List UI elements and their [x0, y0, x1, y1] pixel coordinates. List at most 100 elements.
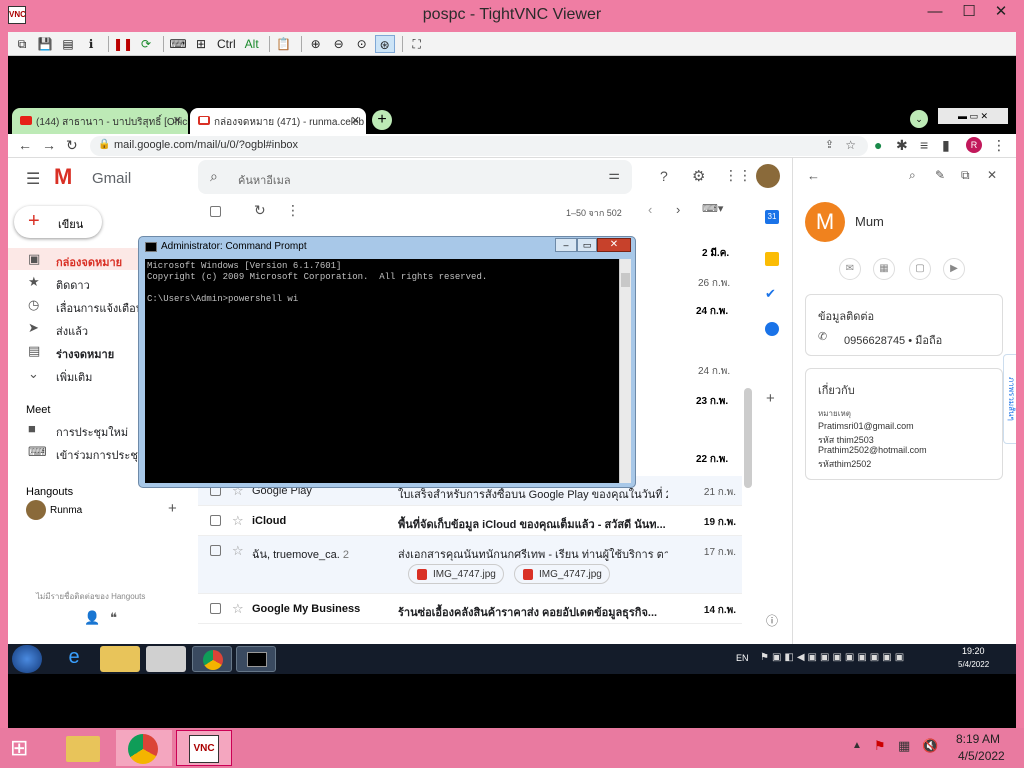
next-page-icon[interactable]: ›	[676, 202, 680, 217]
zoom-in-icon[interactable]: ⊕	[306, 35, 326, 53]
internet-explorer-icon[interactable]: e	[54, 646, 94, 672]
console-scrollbar[interactable]	[619, 259, 631, 483]
email-row[interactable]: ☆ ฉัน, truemove_ca. 2 ส่งเอกสารคุณนันทนั…	[198, 536, 742, 594]
overview-side-tab[interactable]: ภาพรวมสั้นๆ	[1003, 354, 1016, 444]
schedule-icon[interactable]: ▦	[873, 258, 895, 280]
email-row[interactable]: ☆ iCloud พื้นที่จัดเก็บข้อมูล iCloud ของ…	[198, 506, 742, 536]
file-explorer-icon[interactable]	[100, 646, 140, 672]
chrome-menu-icon[interactable]: ⋮	[992, 137, 1006, 154]
tab-gmail[interactable]: กล่องจดหมาย (471) - runma.celeb ✕	[190, 108, 366, 134]
close-button[interactable]: ✕	[984, 0, 1018, 24]
tightvnc-taskbar-button[interactable]: VNC	[176, 730, 232, 766]
chrome-taskbar-icon[interactable]	[192, 646, 232, 672]
keep-icon[interactable]	[765, 252, 779, 266]
zoom-out-icon[interactable]: ⊖	[329, 35, 349, 53]
bookmark-star-icon[interactable]: ☆	[845, 138, 856, 152]
file-explorer-taskbar-button[interactable]	[56, 730, 112, 766]
row-checkbox[interactable]	[210, 515, 221, 526]
contacts-addon-icon[interactable]	[765, 322, 779, 336]
compose-button[interactable]: + เขียน	[14, 206, 102, 238]
open-new-window-icon[interactable]: ⧉	[961, 168, 970, 183]
star-icon[interactable]: ☆	[232, 513, 244, 529]
chrome-window-controls[interactable]: ▬ ▭ ✕	[938, 108, 1008, 124]
alt-key-button[interactable]: Alt	[242, 35, 262, 53]
video-call-icon[interactable]: ▶	[943, 258, 965, 280]
hangouts-user[interactable]: Runma	[50, 505, 82, 516]
windows-start-icon[interactable]: ⊞	[10, 736, 38, 760]
contact-phone[interactable]: 0956628745 • มือถือ	[844, 331, 942, 349]
new-connection-icon[interactable]: ⧉	[12, 35, 32, 53]
support-icon[interactable]: ?	[660, 168, 668, 184]
share-icon[interactable]: ⇪	[825, 138, 834, 151]
input-tools-icon[interactable]: ⌨▾	[702, 202, 723, 215]
main-menu-icon[interactable]: ☰	[26, 169, 40, 189]
ctrl-alt-del-icon[interactable]: ⌨	[168, 35, 188, 53]
side-panel-icon[interactable]: ▮	[942, 137, 950, 154]
remote-desktop-view[interactable]: (144) สาธานาา - บาปบริสุทธิ์ [Offici ✕ ก…	[8, 56, 1016, 728]
system-tray-icons[interactable]: ⚑▣◧◀▣▣▣▣▣▣▣▣	[760, 652, 907, 663]
language-indicator[interactable]: EN	[736, 653, 749, 663]
star-icon[interactable]: ☆	[232, 543, 244, 559]
search-box[interactable]: ⌕ ค้นหาอีเมล ⚌	[198, 160, 632, 194]
zoom-fit-icon[interactable]: ⊛	[374, 34, 395, 53]
new-tab-button[interactable]: +	[372, 110, 392, 130]
info-icon[interactable]: ℹ	[81, 35, 101, 53]
grammarly-extension-icon[interactable]: ●	[874, 137, 882, 153]
chat-bubble-icon[interactable]: ❝	[110, 610, 117, 626]
cmd-close-button[interactable]: ✕	[597, 238, 631, 252]
media-player-icon[interactable]	[146, 646, 186, 672]
profile-avatar[interactable]: R	[966, 137, 982, 153]
back-arrow-icon[interactable]: ←	[807, 168, 820, 183]
search-icon[interactable]: ⌕	[210, 168, 218, 185]
chat-icon[interactable]: ▢	[909, 258, 931, 280]
windows-key-icon[interactable]: ⊞	[191, 35, 211, 53]
tasks-icon[interactable]: ✔	[765, 286, 776, 302]
apps-grid-icon[interactable]: ⋮⋮	[724, 167, 752, 184]
close-tab-icon[interactable]: ✕	[173, 114, 182, 127]
chrome-host-taskbar-button[interactable]	[116, 730, 172, 766]
pause-icon[interactable]: ❚❚	[113, 35, 133, 53]
attachment-chip[interactable]: IMG_4747.jpg	[514, 564, 610, 584]
close-tab-icon[interactable]: ✕	[351, 114, 360, 127]
save-icon[interactable]: 💾	[35, 35, 55, 53]
show-hidden-icons[interactable]: ▲	[852, 740, 862, 751]
reload-icon[interactable]: ↻	[66, 137, 78, 154]
cmd-maximize-button[interactable]: ▭	[577, 238, 597, 252]
account-avatar[interactable]	[756, 164, 780, 188]
attachment-chip[interactable]: IMG_4747.jpg	[408, 564, 504, 584]
forward-icon[interactable]: →	[42, 137, 56, 153]
mail-list-scrollbar[interactable]	[744, 388, 752, 488]
volume-muted-icon[interactable]: 🔇	[922, 738, 938, 754]
clipboard-icon[interactable]: 📋	[274, 35, 294, 53]
refresh-icon[interactable]: ⟳	[136, 35, 156, 53]
ctrl-key-button[interactable]: Ctrl	[214, 35, 239, 53]
row-checkbox[interactable]	[210, 545, 221, 556]
close-icon[interactable]: ✕	[987, 168, 997, 182]
contacts-icon[interactable]: 👤	[84, 610, 100, 626]
email-row[interactable]: ☆ Google My Business ร้านซ่อเอื้องคลังสิ…	[198, 594, 742, 624]
tab-search-icon[interactable]: ⌄	[910, 110, 928, 128]
search-input[interactable]: ค้นหาอีเมล	[238, 171, 291, 189]
zoom-100-icon[interactable]: ⊙	[352, 35, 372, 53]
back-icon[interactable]: ←	[18, 137, 32, 153]
more-options-icon[interactable]: ⋮	[286, 202, 300, 219]
address-bar[interactable]: 🔒 mail.google.com/mail/u/0/?ogbl#inbox ⇪…	[90, 136, 868, 156]
scrollbar-thumb[interactable]	[621, 273, 630, 287]
maximize-button[interactable]: ☐	[952, 0, 986, 24]
tab-youtube[interactable]: (144) สาธานาา - บาปบริสุทธิ์ [Offici ✕	[12, 108, 188, 134]
select-all-checkbox[interactable]	[210, 206, 221, 217]
get-addons-icon[interactable]: +	[766, 390, 775, 407]
refresh-list-icon[interactable]: ↻	[254, 202, 266, 219]
edit-icon[interactable]: ✎	[935, 168, 945, 182]
add-hangouts-icon[interactable]: +	[168, 500, 177, 517]
row-checkbox[interactable]	[210, 603, 221, 614]
console-output[interactable]: Microsoft Windows [Version 6.1.7601] Copy…	[145, 259, 619, 483]
settings-icon[interactable]: ⚙	[692, 167, 705, 185]
search-options-icon[interactable]: ⚌	[608, 167, 620, 183]
info-icon[interactable]: ⓘ	[766, 612, 778, 629]
search-icon[interactable]: ⌕	[909, 168, 916, 183]
reading-list-icon[interactable]: ≡	[920, 137, 928, 153]
calendar-icon[interactable]: 31	[765, 210, 779, 224]
email-contact-icon[interactable]: ✉	[839, 258, 861, 280]
options-icon[interactable]: ▤	[58, 35, 78, 53]
